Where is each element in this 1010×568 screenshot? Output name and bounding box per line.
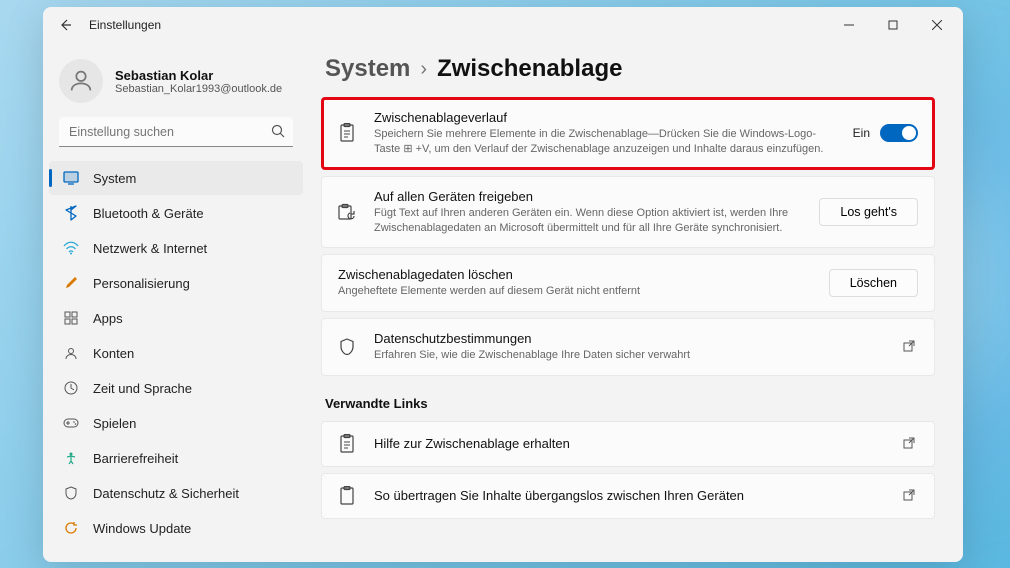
sidebar: Sebastian Kolar Sebastian_Kolar1993@outl… xyxy=(43,43,313,562)
nav-label: Apps xyxy=(93,311,123,326)
close-button[interactable] xyxy=(915,10,959,40)
nav-item-time-language[interactable]: Zeit und Sprache xyxy=(49,371,303,405)
shield-icon xyxy=(336,338,358,356)
search-input[interactable] xyxy=(59,117,293,147)
card-desc: Speichern Sie mehrere Elemente in die Zw… xyxy=(374,127,837,157)
clear-button[interactable]: Löschen xyxy=(829,269,918,297)
minimize-button[interactable] xyxy=(827,10,871,40)
titlebar: Einstellungen xyxy=(43,7,963,43)
settings-window: Einstellungen Sebastian Kolar Sebastian_… xyxy=(43,7,963,562)
nav-item-bluetooth[interactable]: Bluetooth & Geräte xyxy=(49,196,303,230)
nav-item-apps[interactable]: Apps xyxy=(49,301,303,335)
search-icon xyxy=(271,124,285,143)
nav-label: Zeit und Sprache xyxy=(93,381,192,396)
nav-item-personalization[interactable]: Personalisierung xyxy=(49,266,303,300)
user-name: Sebastian Kolar xyxy=(115,68,282,83)
card-privacy[interactable]: Datenschutzbestimmungen Erfahren Sie, wi… xyxy=(321,318,935,376)
nav-list: System Bluetooth & Geräte Netzwerk & Int… xyxy=(49,161,303,545)
breadcrumb-parent[interactable]: System xyxy=(325,55,410,83)
main-content: System › Zwischenablage Zwischenablageve… xyxy=(313,43,963,562)
nav-label: Windows Update xyxy=(93,521,191,536)
card-transfer[interactable]: So übertragen Sie Inhalte übergangslos z… xyxy=(321,473,935,519)
system-icon xyxy=(63,170,79,186)
breadcrumb: System › Zwischenablage xyxy=(325,55,935,83)
nav-item-privacy[interactable]: Datenschutz & Sicherheit xyxy=(49,476,303,510)
avatar xyxy=(59,59,103,103)
back-button[interactable] xyxy=(53,13,77,37)
nav-item-windows-update[interactable]: Windows Update xyxy=(49,511,303,545)
nav-label: Datenschutz & Sicherheit xyxy=(93,486,239,501)
nav-item-gaming[interactable]: Spielen xyxy=(49,406,303,440)
sync-icon xyxy=(336,203,358,221)
related-heading: Verwandte Links xyxy=(325,396,935,411)
external-link-icon xyxy=(902,436,918,452)
network-icon xyxy=(63,240,79,256)
nav-item-system[interactable]: System xyxy=(49,161,303,195)
privacy-icon xyxy=(63,485,79,501)
card-clipboard-history: Zwischenablageverlauf Speichern Sie mehr… xyxy=(321,97,935,170)
nav-label: Konten xyxy=(93,346,134,361)
nav-label: Bluetooth & Geräte xyxy=(93,206,204,221)
gaming-icon xyxy=(63,415,79,431)
card-sync-devices: Auf allen Geräten freigeben Fügt Text au… xyxy=(321,176,935,249)
nav-item-network[interactable]: Netzwerk & Internet xyxy=(49,231,303,265)
time-icon xyxy=(63,380,79,396)
card-desc: Erfahren Sie, wie die Zwischenablage Ihr… xyxy=(374,348,886,363)
card-title: Datenschutzbestimmungen xyxy=(374,331,886,346)
accessibility-icon xyxy=(63,450,79,466)
maximize-button[interactable] xyxy=(871,10,915,40)
nav-label: System xyxy=(93,171,136,186)
apps-icon xyxy=(63,310,79,326)
clipboard-empty-icon xyxy=(336,486,358,506)
toggle-label: Ein xyxy=(853,126,870,140)
breadcrumb-current: Zwischenablage xyxy=(437,55,622,83)
card-desc: Fügt Text auf Ihren anderen Geräten ein.… xyxy=(374,206,803,236)
clipboard-icon xyxy=(336,123,358,143)
card-title: Zwischenablagedaten löschen xyxy=(338,267,813,282)
user-block[interactable]: Sebastian Kolar Sebastian_Kolar1993@outl… xyxy=(49,53,303,117)
personalization-icon xyxy=(63,275,79,291)
card-desc: Angeheftete Elemente werden auf diesem G… xyxy=(338,284,813,299)
card-title: So übertragen Sie Inhalte übergangslos z… xyxy=(374,488,886,503)
chevron-right-icon: › xyxy=(420,58,427,81)
card-clear-data: Zwischenablagedaten löschen Angeheftete … xyxy=(321,254,935,312)
nav-label: Spielen xyxy=(93,416,136,431)
accounts-icon xyxy=(63,345,79,361)
update-icon xyxy=(63,520,79,536)
app-title: Einstellungen xyxy=(89,18,161,32)
clipboard-icon xyxy=(336,434,358,454)
card-title: Hilfe zur Zwischenablage erhalten xyxy=(374,436,886,451)
nav-label: Netzwerk & Internet xyxy=(93,241,207,256)
nav-label: Barrierefreiheit xyxy=(93,451,178,466)
card-title: Auf allen Geräten freigeben xyxy=(374,189,803,204)
search-box xyxy=(59,117,293,147)
nav-label: Personalisierung xyxy=(93,276,190,291)
external-link-icon xyxy=(902,488,918,504)
bluetooth-icon xyxy=(63,205,79,221)
user-email: Sebastian_Kolar1993@outlook.de xyxy=(115,83,282,95)
card-title: Zwischenablageverlauf xyxy=(374,110,837,125)
nav-item-accessibility[interactable]: Barrierefreiheit xyxy=(49,441,303,475)
card-help[interactable]: Hilfe zur Zwischenablage erhalten xyxy=(321,421,935,467)
nav-item-accounts[interactable]: Konten xyxy=(49,336,303,370)
external-link-icon xyxy=(902,339,918,355)
history-toggle[interactable] xyxy=(880,124,918,142)
sync-start-button[interactable]: Los geht's xyxy=(819,198,918,226)
